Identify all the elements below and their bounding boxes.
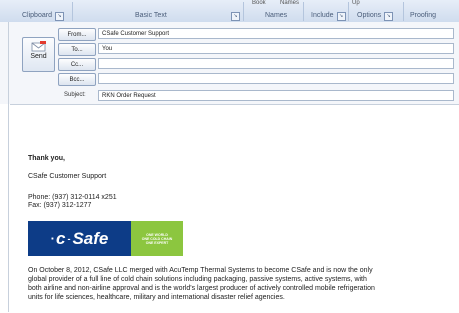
cc-button[interactable]: Cc... (58, 58, 96, 71)
subject-field[interactable]: RKN Order Request (98, 90, 454, 101)
paragraph-line: global provider of a full line of cold c… (28, 276, 367, 283)
signature-phone: Phone: (937) 312-0114 x251 (28, 194, 117, 201)
paragraph-line: both airline and non-airline approval an… (28, 285, 375, 292)
csafe-logo-wordmark: · c - Safe (28, 221, 131, 256)
ribbon-top-label: Up (352, 0, 360, 6)
ribbon-separator (303, 2, 304, 21)
to-field[interactable]: You (98, 43, 454, 54)
from-button[interactable]: From... (58, 28, 96, 41)
ribbon-separator (348, 2, 349, 21)
dialog-launcher-icon[interactable]: ↘ (231, 12, 240, 21)
logo-dot-icon: · (50, 231, 55, 246)
bcc-field[interactable] (98, 73, 454, 84)
signature-company: CSafe Customer Support (28, 173, 107, 180)
signature-fax: Fax: (937) 312-1277 (28, 202, 92, 209)
ribbon-group-include: Include ↘ (311, 11, 346, 21)
send-button[interactable]: Send (22, 37, 55, 72)
ribbon: Book Names Up Clipboard ↘ Basic Text ↘ N… (0, 0, 459, 23)
ribbon-separator (243, 2, 244, 21)
ribbon-top-label: Book (252, 0, 266, 6)
ribbon-group-names: Names (265, 12, 288, 19)
cc-field[interactable] (98, 58, 454, 69)
ribbon-separator (403, 2, 404, 21)
dialog-launcher-icon[interactable]: ↘ (384, 11, 394, 21)
left-border (8, 22, 9, 312)
send-label: Send (30, 53, 47, 60)
csafe-logo-tagline: ONE WORLD ONE COLD CHAIN ONE EXPERT (131, 221, 183, 256)
signature-thanks: Thank you, (28, 155, 65, 162)
paragraph-line: On October 8, 2012, CSafe LLC merged wit… (28, 267, 373, 274)
ribbon-group-options: Options ↘ (357, 11, 394, 21)
ribbon-group-basic-text: Basic Text (135, 12, 167, 19)
from-field[interactable]: CSafe Customer Support (98, 28, 454, 39)
ribbon-separator (72, 2, 73, 21)
dialog-launcher-icon[interactable]: ↘ (336, 11, 346, 21)
ribbon-top-label: Names (280, 0, 300, 6)
send-mail-icon (31, 41, 46, 52)
csafe-logo: · c - Safe ONE WORLD ONE COLD CHAIN ONE … (28, 221, 183, 256)
ribbon-group-proofing: Proofing (410, 12, 437, 19)
logo-c-icon: c (55, 228, 66, 248)
logo-text: Safe (72, 228, 109, 248)
dialog-launcher-icon[interactable]: ↘ (54, 11, 64, 21)
paragraph-line: units for life sciences, healthcare, mil… (28, 294, 285, 301)
bcc-button[interactable]: Bcc... (58, 73, 96, 86)
ribbon-group-clipboard: Clipboard ↘ (22, 11, 64, 21)
subject-label: Subject: (64, 92, 86, 98)
to-button[interactable]: To... (58, 43, 96, 56)
logo-dash-icon: - (67, 233, 71, 244)
